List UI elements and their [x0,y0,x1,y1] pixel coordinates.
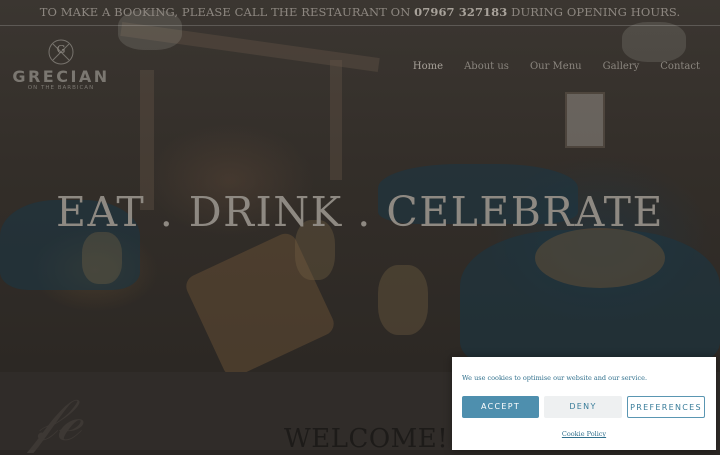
main-navigation: Home About us Our Menu Gallery Contact [392,61,700,73]
dining-chair [82,232,122,284]
nav-item-contact[interactable]: Contact [660,61,700,73]
decorative-script-flourish: 𝒻ℯ [30,385,81,455]
cookie-preferences-button[interactable]: PREFERENCES [627,396,705,418]
hero-title: EAT . DRINK . CELEBRATE [56,188,664,236]
chandelier-decor [622,22,686,62]
cookie-policy-link[interactable]: Cookie Policy [452,430,716,438]
booking-text-before: TO MAKE A BOOKING, PLEASE CALL THE RESTA… [39,5,415,19]
logo-monogram-icon: G [47,38,75,66]
dining-chair [378,265,428,335]
nav-item-home[interactable]: Home [413,61,443,73]
nav-item-our-menu[interactable]: Our Menu [530,61,582,73]
nav-item-about-us[interactable]: About us [464,61,509,73]
cookie-consent-banner: We use cookies to optimise our website a… [452,357,716,450]
wall-picture [565,92,605,148]
booking-banner: TO MAKE A BOOKING, PLEASE CALL THE RESTA… [0,0,720,26]
cookie-message: We use cookies to optimise our website a… [462,374,648,382]
logo-monogram-letter: G [56,43,66,56]
dining-table [535,228,665,288]
nav-item-gallery[interactable]: Gallery [603,61,640,73]
site-logo[interactable]: G GRECIAN ON THE BARBICAN [9,38,113,91]
ceiling-beam [330,60,342,180]
booking-phone-number[interactable]: 07967 327183 [414,5,507,19]
logo-name: GRECIAN [12,67,110,86]
cookie-deny-button[interactable]: DENY [544,396,622,418]
cookie-accept-button[interactable]: ACCEPT [462,396,539,418]
hero-section: TO MAKE A BOOKING, PLEASE CALL THE RESTA… [0,0,720,372]
booking-text-after: DURING OPENING HOURS. [507,5,681,19]
